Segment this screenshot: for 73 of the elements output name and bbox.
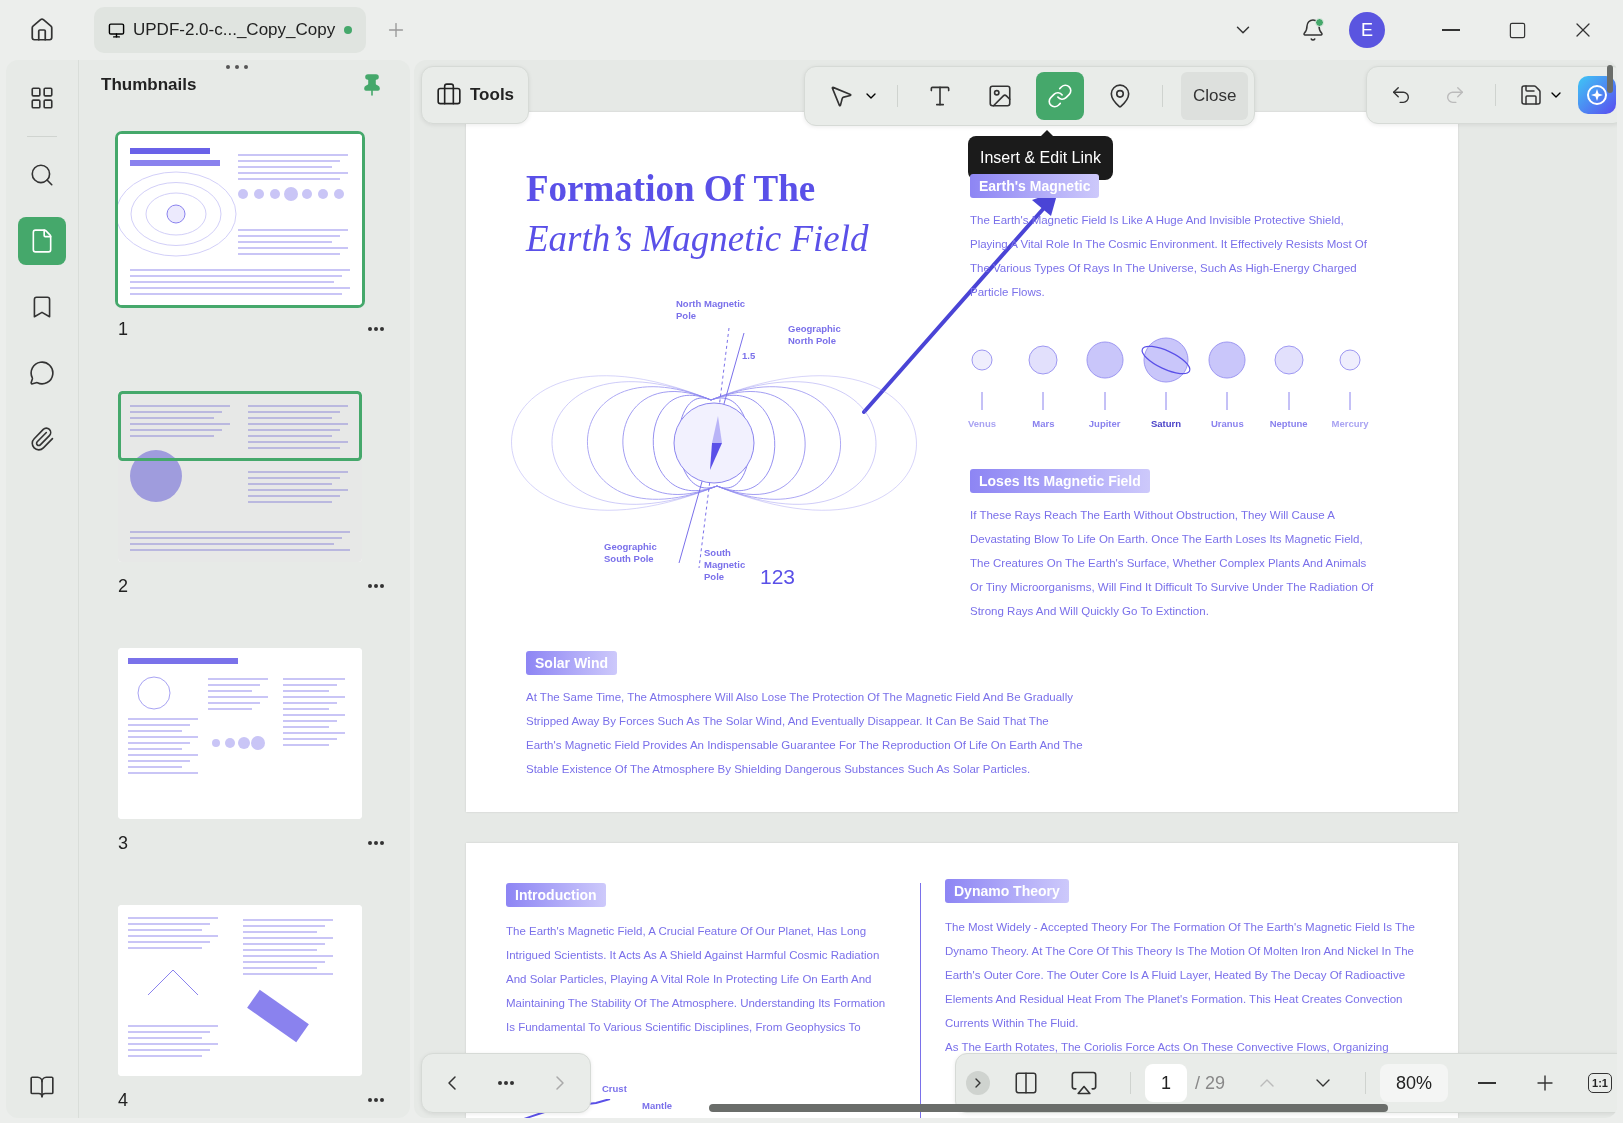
scrollbar[interactable] xyxy=(1607,65,1613,93)
body-text: As The Earth Rotates, The Coriolis Force Acts On These Convective Flows, Organizing xyxy=(945,1040,1390,1055)
planet-label: Uranus xyxy=(1210,418,1244,429)
panel-title: Thumbnails xyxy=(101,75,197,95)
minimize-icon xyxy=(1442,29,1460,31)
image-icon xyxy=(987,83,1013,109)
diagram-label: South Magnetic Pole xyxy=(704,547,747,583)
diagram-label: 123 xyxy=(760,564,797,590)
redo-icon xyxy=(1444,84,1466,106)
more-icon[interactable] xyxy=(368,327,384,331)
tooltip-pointer xyxy=(1040,130,1054,137)
zoom-field[interactable]: 80% xyxy=(1380,1064,1449,1102)
section-heading: Dynamo Theory xyxy=(945,879,1069,903)
planet-label: Venus xyxy=(968,418,996,429)
paperclip-icon xyxy=(29,426,55,452)
maximize-icon xyxy=(1507,20,1527,40)
comment-icon xyxy=(29,360,55,386)
planet-label: Mercury xyxy=(1331,418,1369,429)
diagram-label: Mantle xyxy=(642,1100,673,1112)
page-number: 2 xyxy=(118,575,128,597)
section-heading: Earth's Magnetic xyxy=(970,174,1100,198)
planet-label: Mars xyxy=(1032,418,1055,429)
page-title: Formation Of The xyxy=(526,167,817,211)
user-avatar[interactable]: E xyxy=(1349,12,1385,48)
diagram-label: 1.5 xyxy=(742,350,757,362)
page-number: 1 xyxy=(118,318,128,340)
bell-icon xyxy=(1301,18,1325,42)
drag-handle-icon[interactable] xyxy=(225,64,249,70)
page-number: 4 xyxy=(118,1089,128,1111)
planet-label: Neptune xyxy=(1269,418,1308,429)
undo-icon xyxy=(1390,84,1412,106)
link-tool-button[interactable] xyxy=(1036,72,1084,120)
section-heading: Loses Its Magnetic Field xyxy=(970,469,1150,493)
columns-icon xyxy=(1013,1070,1039,1096)
document-tab[interactable]: UPDF-2.0-c..._Copy_Copy xyxy=(94,7,366,53)
page-number-field[interactable]: 1 xyxy=(1145,1064,1187,1102)
page-thumbnail[interactable] xyxy=(118,134,362,305)
monitor-icon xyxy=(108,21,125,39)
book-icon[interactable] xyxy=(29,1074,55,1100)
screen-icon xyxy=(1070,1069,1098,1097)
more-icon[interactable] xyxy=(368,1098,384,1102)
body-text: If These Rays Reach The Earth Without Obstruction, They Will Cause A Devastating Blow To Life On Earth. Once The Earth Loses Its Magnetic Field, The Creatures On The Earth's Surface, Whether Complex Plants And Animals Or Tiny Microorganisms, Will Find It Difficult To Survive Under The Radiation Of Strong Rays And Will Quickly Go To Extinction. xyxy=(970,508,1375,619)
body-text: The Earth's Magnetic Field, A Crucial Feature Of Our Planet, Has Long Intrigued Scientists. It Acts As A Shield Against Harmful Cosmic Radiation And Solar Particles, Playing A Vital Role In Protecting Life On Earth And Maintaining The Stability Of The Atmosphere. Understanding Its Formation Is Fundamental To Various Scientific Disciplines, From Geophysics To xyxy=(506,924,887,1035)
actual-size-button[interactable]: 1:1 xyxy=(1588,1073,1612,1093)
scrollbar[interactable] xyxy=(709,1104,1388,1112)
tools-button[interactable]: Tools xyxy=(422,68,529,122)
close-tool-button[interactable]: Close xyxy=(1181,72,1249,120)
body-text: At The Same Time, The Atmosphere Will Also Lose The Protection Of The Magnetic Field And Be Gradually Stripped Away By Forces Such As The Solar Wind, And Eventually Disappear. It Can Be Said That The Earth's Magnetic Field Provides An Indispensable Guarantee For The Reproduction Of Life On Earth And The Stable Existence Of The Atmosphere By Shielding Dangerous Substances Such As Solar Particles. xyxy=(526,690,1084,777)
tab-title: UPDF-2.0-c..._Copy_Copy xyxy=(133,20,336,40)
home-icon xyxy=(29,17,55,43)
planet-label: Saturn xyxy=(1150,418,1182,429)
save-icon xyxy=(1519,83,1543,107)
diagram-label: Geographic North Pole xyxy=(788,323,842,347)
page-button[interactable] xyxy=(18,217,66,265)
minus-icon xyxy=(1478,1082,1497,1084)
section-heading: Introduction xyxy=(506,883,606,907)
planet-label: Jupiter xyxy=(1088,418,1121,429)
search-icon xyxy=(29,162,55,188)
diagram-label: North Magnetic Pole xyxy=(676,298,746,322)
more-icon[interactable] xyxy=(368,584,384,588)
body-text: The Most Widely - Accepted Theory For The Formation Of The Earth's Magnetic Field Is The Dynamo Theory. At The Core Of This Theory Is The Motion Of Molten Iron And Nickel In The Earth's Outer Core. The Outer Core Is A Fluid Layer, Heated By The Decay Of Radioactive Elements And Residual Heat From The Planet's Formation. This Heat Creates Convection Currents Within The Fluid. xyxy=(945,920,1415,1031)
more-icon[interactable] xyxy=(368,841,384,845)
page-subtitle: Earth’s Magnetic Field xyxy=(526,217,870,261)
diagram-label: Geographic South Pole xyxy=(604,541,658,565)
diagram-label: Crust xyxy=(602,1083,627,1095)
page-number: 3 xyxy=(118,832,128,854)
page-count: / 29 xyxy=(1195,1072,1226,1094)
expand-button[interactable] xyxy=(966,1071,990,1095)
section-heading: Solar Wind xyxy=(526,651,617,675)
assistant-icon[interactable] xyxy=(1578,76,1616,114)
grid-icon xyxy=(29,85,55,111)
more-icon xyxy=(498,1081,514,1085)
link-icon xyxy=(1047,83,1073,109)
